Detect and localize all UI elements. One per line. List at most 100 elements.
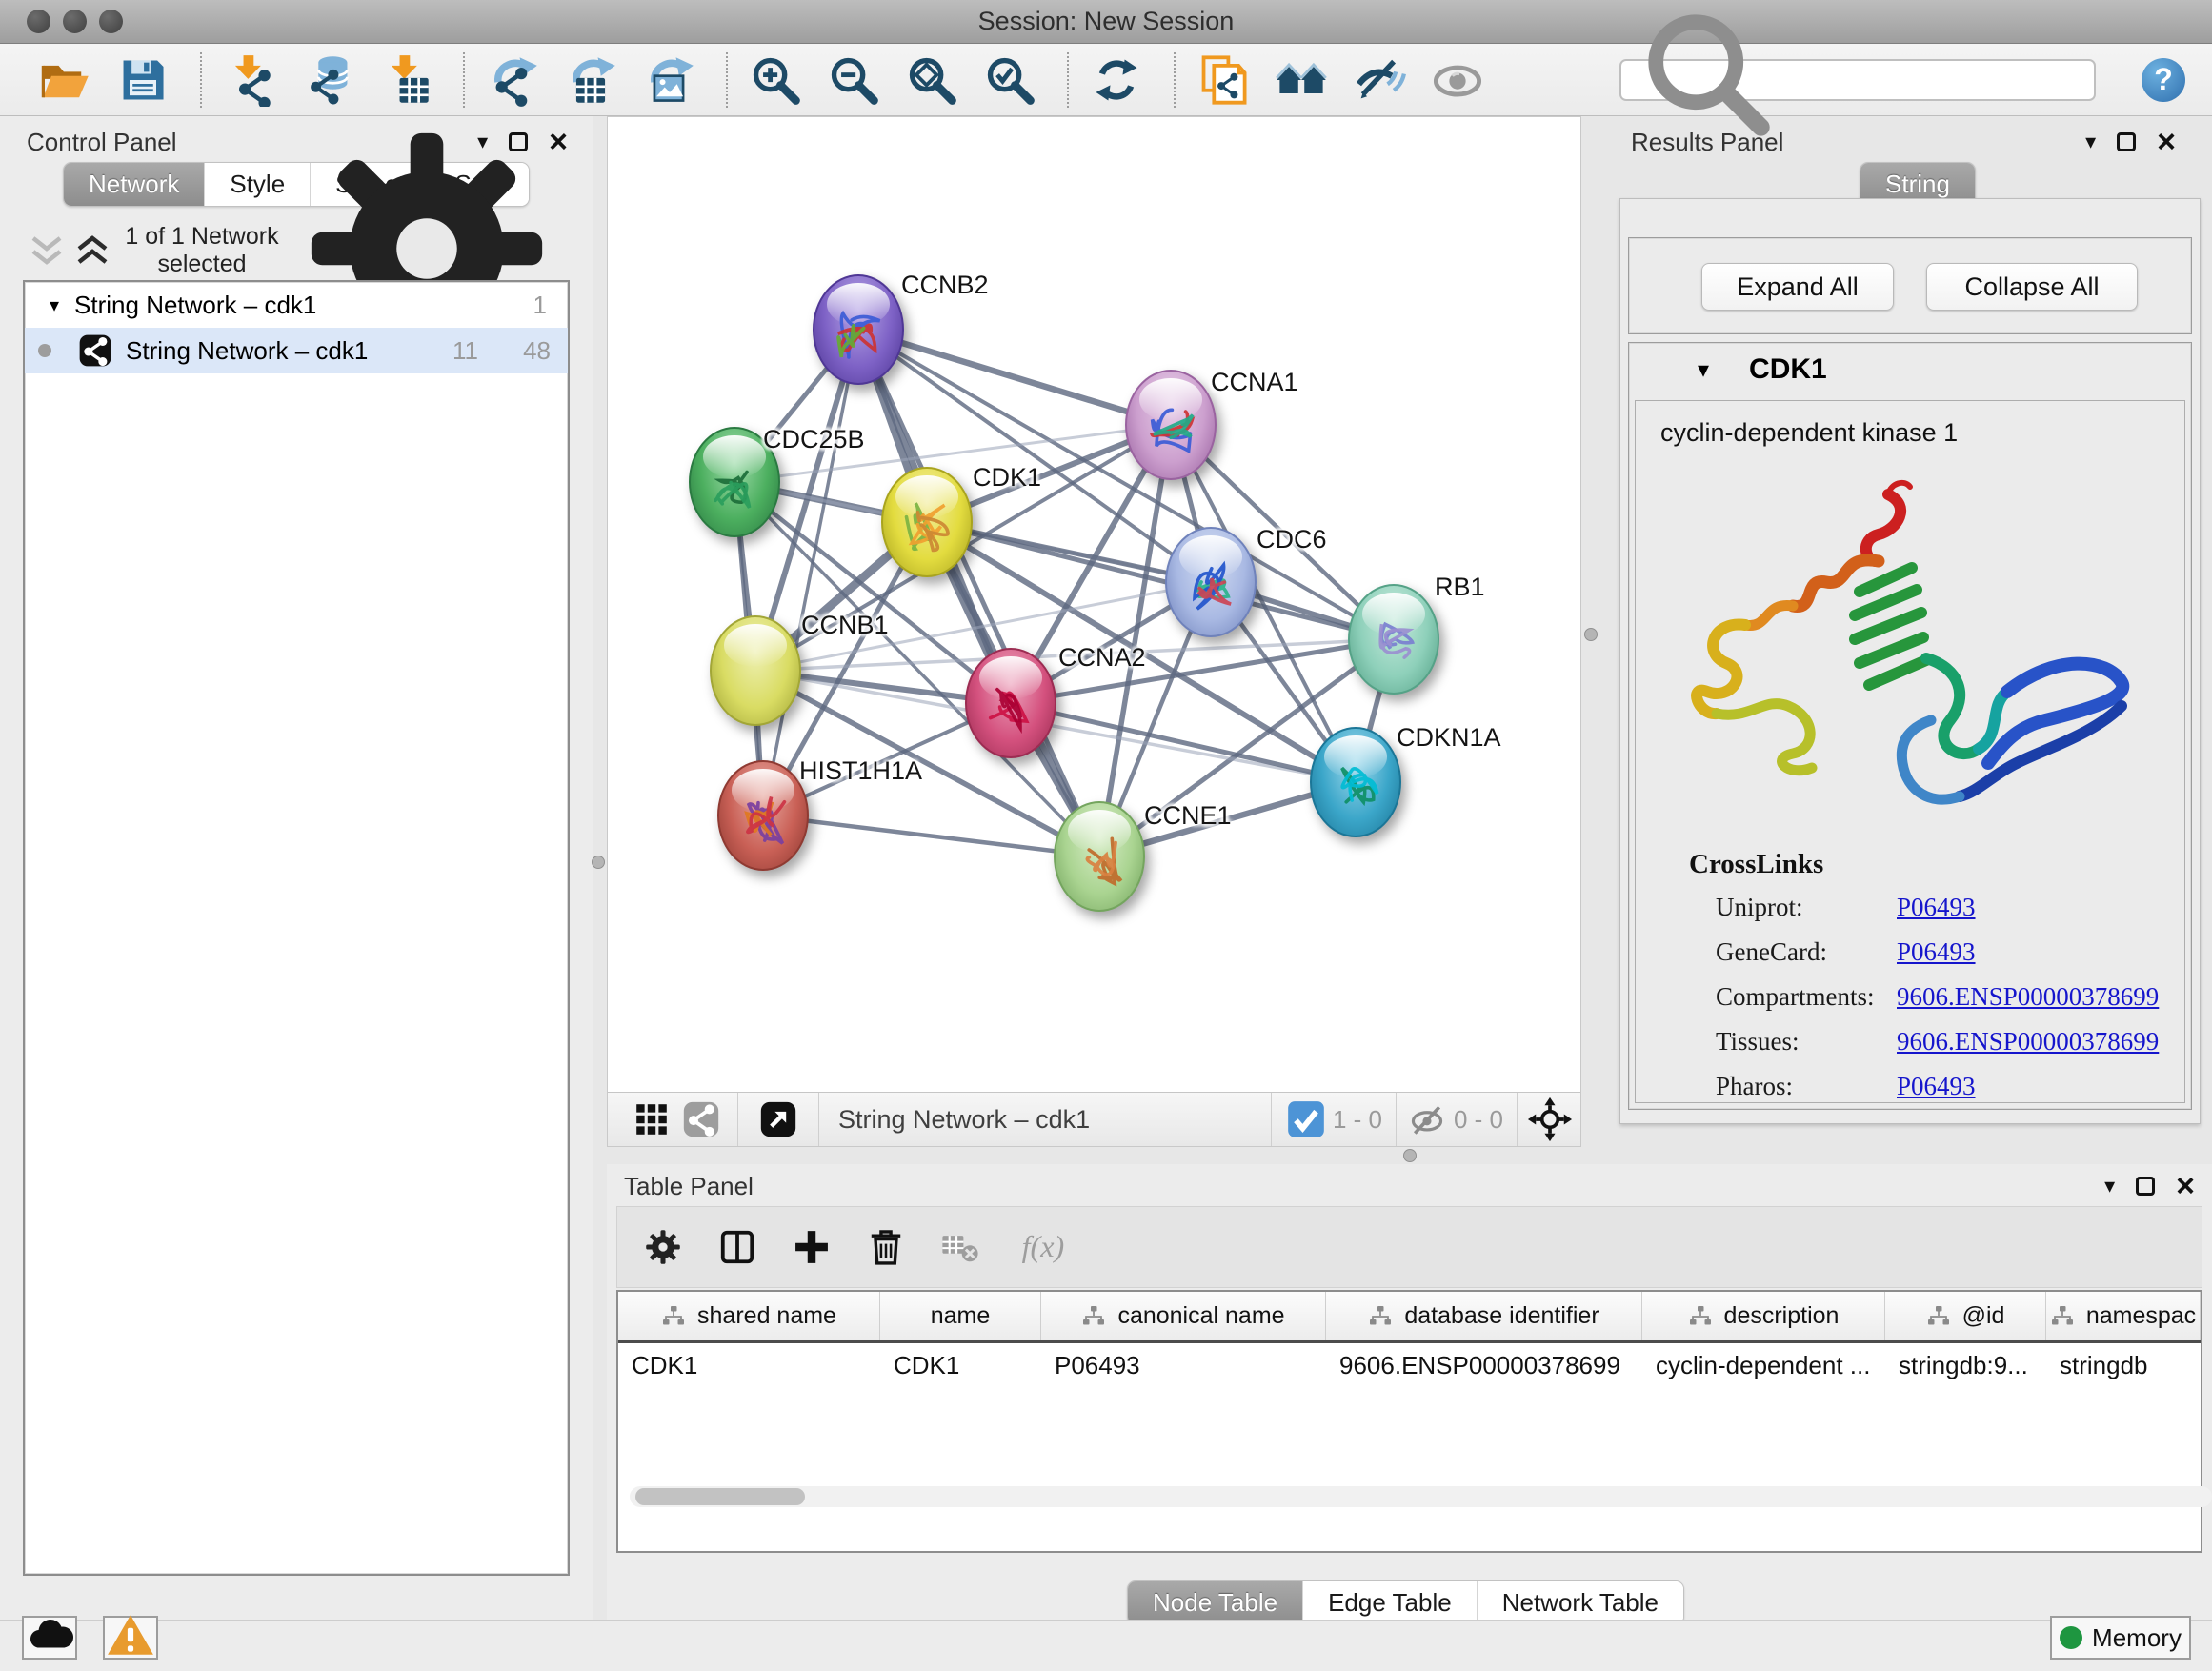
zoom-selected-icon[interactable]	[983, 53, 1036, 107]
toolbar-separator	[200, 52, 202, 108]
table-cell[interactable]: stringdb	[2046, 1351, 2201, 1380]
node-label: CDC6	[1257, 525, 1327, 554]
crosslink-link[interactable]: 9606.ENSP00000378699	[1897, 982, 2159, 1012]
delete-column-icon[interactable]	[865, 1226, 907, 1268]
network-tree-row[interactable]: ▾String Network – cdk11	[25, 282, 568, 328]
warnings-button[interactable]	[103, 1616, 158, 1660]
column-header-database-identifier[interactable]: database identifier	[1326, 1292, 1642, 1340]
cloud-status-button[interactable]	[22, 1616, 77, 1660]
column-header-name[interactable]: name	[880, 1292, 1041, 1340]
network-node-ccne1[interactable]	[1054, 801, 1145, 912]
expand-all-icon[interactable]	[74, 234, 111, 267]
column-header-canonical-name[interactable]: canonical name	[1041, 1292, 1326, 1340]
table-cell[interactable]: CDK1	[618, 1351, 880, 1380]
left-divider-grip[interactable]	[592, 856, 605, 869]
column-header-shared-name[interactable]: shared name	[618, 1292, 880, 1340]
save-session-icon[interactable]	[116, 53, 170, 107]
crosslink-link[interactable]: P06493	[1897, 937, 1976, 967]
tab-edge-table[interactable]: Edge Table	[1302, 1581, 1477, 1624]
collapse-all-icon[interactable]	[29, 234, 65, 267]
column-type-icon	[1688, 1305, 1713, 1328]
hide-annotations-icon[interactable]	[1353, 53, 1406, 107]
float-panel-icon[interactable]	[2117, 132, 2136, 151]
scrollbar-thumb[interactable]	[635, 1488, 805, 1505]
network-node-hist1h1a[interactable]	[717, 760, 809, 871]
network-node-cdc6[interactable]	[1165, 527, 1257, 637]
crosslink-row: Compartments:9606.ENSP00000378699	[1716, 982, 2173, 1012]
table-settings-gear-icon[interactable]	[642, 1226, 684, 1268]
collapse-section-icon[interactable]: ▾	[1698, 356, 1709, 384]
table-cell[interactable]: P06493	[1041, 1351, 1326, 1380]
node-label: CCNB2	[901, 271, 989, 300]
network-tree-row[interactable]: String Network – cdk11148	[25, 328, 568, 373]
gene-description: cyclin-dependent kinase 1	[1660, 418, 1958, 448]
network-node-cdk1[interactable]	[881, 467, 973, 577]
share-network-icon[interactable]	[682, 1100, 720, 1138]
network-node-cdkn1a[interactable]	[1310, 727, 1401, 837]
collapse-all-button[interactable]: Collapse All	[1926, 263, 2138, 311]
table-hscrollbar[interactable]	[630, 1486, 2212, 1507]
network-canvas[interactable]: CCNB2CCNA1CDC25BCDK1CDC6RB1CCNB1CCNA2CDK…	[608, 117, 1582, 1094]
panel-menu-icon[interactable]: ▾	[2085, 130, 2096, 154]
birdseye-view-icon[interactable]	[759, 1100, 797, 1138]
tab-node-table[interactable]: Node Table	[1128, 1581, 1302, 1624]
search-input[interactable]	[1799, 67, 2094, 93]
zoom-out-icon[interactable]	[827, 53, 880, 107]
tab-network[interactable]: Network	[64, 163, 204, 206]
add-column-icon[interactable]	[791, 1226, 833, 1268]
table-cell[interactable]: 9606.ENSP00000378699	[1326, 1351, 1642, 1380]
selected-checkbox-icon[interactable]	[1287, 1100, 1325, 1138]
panel-menu-icon[interactable]: ▾	[2104, 1174, 2115, 1198]
refresh-icon[interactable]	[1090, 53, 1143, 107]
tab-network-table[interactable]: Network Table	[1477, 1581, 1683, 1624]
network-node-ccna1[interactable]	[1125, 370, 1217, 480]
column-type-icon	[1926, 1305, 1951, 1328]
table-cell[interactable]: CDK1	[880, 1351, 1041, 1380]
close-panel-icon[interactable]: ×	[2176, 1177, 2195, 1196]
import-table-icon[interactable]	[379, 53, 432, 107]
show-columns-icon[interactable]	[716, 1226, 758, 1268]
network-node-ccnb1[interactable]	[710, 615, 801, 726]
network-node-ccnb2[interactable]	[813, 274, 904, 385]
export-network-icon[interactable]	[486, 53, 539, 107]
horizontal-divider-grip[interactable]	[1403, 1149, 1417, 1162]
column-header-description[interactable]: description	[1642, 1292, 1885, 1340]
share-document-icon[interactable]	[1196, 53, 1250, 107]
crosslink-link[interactable]: P06493	[1897, 1072, 1976, 1101]
zoom-fit-icon[interactable]	[905, 53, 958, 107]
network-selected-summary: 1 of 1 Network selected	[120, 223, 284, 278]
close-panel-icon[interactable]: ×	[2157, 132, 2176, 151]
search-field[interactable]	[1619, 59, 2096, 101]
column-header-@id[interactable]: @id	[1885, 1292, 2046, 1340]
node-label: CDC25B	[763, 425, 865, 454]
network-edges	[608, 117, 1582, 1094]
float-panel-icon[interactable]	[2136, 1177, 2155, 1196]
column-header-namespac[interactable]: namespac	[2046, 1292, 2201, 1340]
tree-row-label: String Network – cdk1	[126, 336, 368, 366]
node-label: CDKN1A	[1397, 723, 1501, 753]
results-panel-title: Results Panel	[1631, 128, 1783, 157]
export-table-icon[interactable]	[564, 53, 617, 107]
table-row[interactable]: CDK1CDK1P064939606.ENSP00000378699cyclin…	[618, 1343, 2201, 1387]
table-cell[interactable]: stringdb:9...	[1885, 1351, 2046, 1380]
table-cell[interactable]: cyclin-dependent ...	[1642, 1351, 1885, 1380]
right-divider-grip[interactable]	[1584, 628, 1598, 641]
network-node-ccna2[interactable]	[965, 648, 1056, 758]
export-image-icon[interactable]	[642, 53, 695, 107]
import-network-database-icon[interactable]	[301, 53, 354, 107]
expand-all-button[interactable]: Expand All	[1701, 263, 1894, 311]
memory-button[interactable]: Memory	[2050, 1616, 2191, 1660]
zoom-in-icon[interactable]	[749, 53, 802, 107]
help-button[interactable]: ?	[2142, 58, 2185, 102]
crosslink-label: Pharos:	[1716, 1072, 1897, 1101]
network-node-rb1[interactable]	[1348, 584, 1439, 695]
open-session-icon[interactable]	[38, 53, 91, 107]
homes-icon[interactable]	[1275, 53, 1328, 107]
crosslink-link[interactable]: P06493	[1897, 893, 1976, 922]
disclosure-triangle-icon[interactable]: ▾	[50, 293, 59, 317]
gene-name: CDK1	[1749, 353, 1827, 386]
fit-selected-crosshair-icon[interactable]	[1527, 1097, 1573, 1142]
crosslink-link[interactable]: 9606.ENSP00000378699	[1897, 1027, 2159, 1057]
grid-view-icon[interactable]	[633, 1100, 671, 1138]
import-network-icon[interactable]	[223, 53, 276, 107]
